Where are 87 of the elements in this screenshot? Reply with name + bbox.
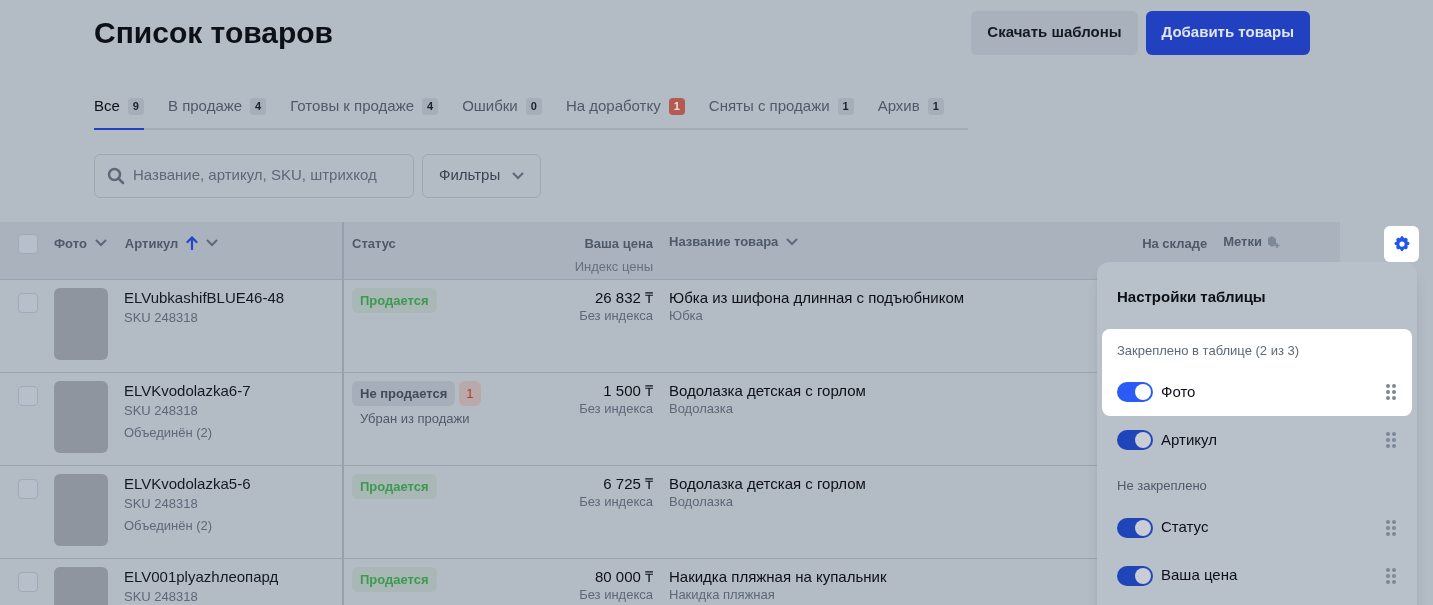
- price-index-text: Без индекса: [579, 586, 653, 603]
- product-name: Накидка пляжная на купальник: [669, 566, 887, 587]
- product-name: Водолазка детская с горлом: [669, 380, 866, 401]
- filters-button[interactable]: Фильтры: [422, 153, 542, 198]
- toggle-switch[interactable]: [1117, 517, 1153, 538]
- search-box[interactable]: Название, артикул, SKU, штрихкод: [94, 153, 414, 198]
- tab[interactable]: Ошибки 0: [462, 95, 542, 130]
- category-text: Юбка: [669, 307, 704, 324]
- tab[interactable]: На доработку 1: [565, 95, 685, 130]
- tab-label: Архив: [877, 96, 920, 116]
- tab-label: Сняты с продажи: [708, 96, 830, 116]
- category-text: Водолазка: [669, 400, 734, 417]
- status-badge: Продается: [352, 473, 437, 499]
- count-badge: 1: [459, 380, 481, 406]
- status-badge: Не продается: [352, 380, 456, 406]
- column-subheader: Индекс цены: [574, 258, 653, 276]
- price-index-text: Без индекса: [579, 307, 653, 324]
- price-text: 6 725 ₸: [603, 473, 653, 494]
- tab-label: Готовы к продаже: [290, 96, 414, 116]
- article-text: ELVKvodolazka5-6: [124, 473, 251, 494]
- section-heading: Не закреплено: [1116, 477, 1208, 495]
- price-index-text: Без индекса: [579, 493, 653, 510]
- tab[interactable]: Все 9: [94, 95, 144, 130]
- chevron-down-icon: [94, 239, 107, 248]
- settings-button[interactable]: [1384, 226, 1419, 262]
- count-badge: 9: [127, 98, 144, 115]
- count-badge: 4: [250, 98, 267, 115]
- tab[interactable]: В продаже 4: [168, 95, 267, 130]
- toggle-switch[interactable]: [1117, 430, 1153, 450]
- column-header: Метки: [1223, 233, 1280, 251]
- chevron-down-icon: [206, 239, 219, 248]
- chevron-down-icon: [512, 171, 525, 180]
- column-header: На складе: [1142, 234, 1208, 253]
- price-text: 80 000 ₸: [594, 566, 653, 587]
- status-badge: Продается: [352, 566, 437, 592]
- merged-text: Объединён (2): [124, 424, 214, 441]
- price-index-text: Без индекса: [579, 400, 653, 417]
- search-icon: [107, 166, 125, 185]
- section-heading: Закреплено в таблице (2 из 3): [1116, 341, 1301, 360]
- add-products-button[interactable]: Добавить товары: [1145, 10, 1310, 55]
- drag-handle-icon[interactable]: [1385, 383, 1397, 401]
- tab-label: В продаже: [168, 96, 243, 116]
- category-text: Водолазка: [669, 493, 734, 510]
- tab[interactable]: Готовы к продаже 4: [290, 95, 439, 130]
- article-text: ELVubkashifBLUE46-48: [124, 287, 285, 308]
- status-note: Убран из продажи: [360, 410, 470, 428]
- column-header: Статус: [352, 234, 397, 253]
- toggle-label: Статус: [1161, 517, 1210, 538]
- toggle-switch[interactable]: [1117, 565, 1153, 586]
- merged-text: Объединён (2): [124, 517, 214, 534]
- toggle-label: Ваша цена: [1161, 565, 1239, 586]
- product-name: Юбка из шифона длинная с подъюбником: [669, 287, 965, 308]
- count-badge: 1: [927, 98, 944, 115]
- count-badge: 0: [525, 98, 542, 115]
- sku-text: SKU 248318: [124, 402, 199, 419]
- tab-label: Все: [94, 96, 120, 116]
- price-text: 26 832 ₸: [594, 287, 653, 308]
- drag-handle-icon[interactable]: [1385, 518, 1397, 537]
- page-title: Список товаров: [94, 15, 334, 51]
- count-badge: 1: [668, 98, 685, 115]
- download-templates-button[interactable]: Скачать шаблоны: [971, 10, 1138, 55]
- status-badge: Продается: [352, 287, 437, 313]
- toggle-label: Артикул: [1161, 429, 1218, 450]
- sku-text: SKU 248318: [124, 588, 199, 605]
- settings-icon: [1392, 235, 1411, 253]
- tag-add-icon: [1266, 235, 1280, 249]
- chevron-down-icon: [786, 238, 799, 246]
- count-badge: 4: [422, 98, 439, 115]
- toggle-label: Фото: [1161, 381, 1197, 402]
- tab[interactable]: Сняты с продажи 1: [708, 95, 854, 130]
- category-text: Накидка пляжная: [669, 586, 776, 603]
- column-header: Ваша цена: [584, 234, 653, 253]
- search-input[interactable]: Название, артикул, SKU, штрихкод: [133, 164, 401, 187]
- panel-title: Настройки таблицы: [1116, 287, 1267, 307]
- tab-label: На доработку: [565, 96, 661, 116]
- count-badge: 1: [837, 98, 854, 115]
- article-text: ELV001plyazhлеопард: [124, 566, 279, 587]
- drag-handle-icon[interactable]: [1385, 566, 1397, 585]
- price-text: 1 500 ₸: [603, 380, 653, 401]
- sku-text: SKU 248318: [124, 309, 199, 326]
- drag-handle-icon[interactable]: [1385, 431, 1397, 449]
- article-text: ELVKvodolazka6-7: [124, 380, 251, 401]
- tab[interactable]: Архив 1: [877, 95, 944, 130]
- sku-text: SKU 248318: [124, 495, 199, 512]
- toggle-switch[interactable]: [1117, 382, 1153, 402]
- tab-label: Ошибки: [462, 96, 518, 116]
- product-name: Водолазка детская с горлом: [669, 473, 866, 494]
